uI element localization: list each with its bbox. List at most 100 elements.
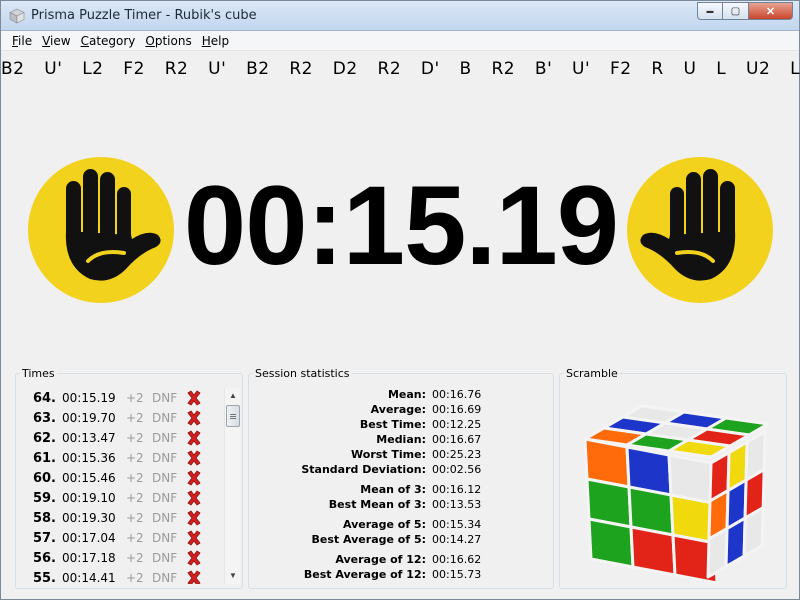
scroll-up-icon[interactable]: ▲: [225, 388, 241, 404]
menu-help[interactable]: Help: [197, 34, 234, 48]
time-row[interactable]: 64. 00:15.19 +2 DNF: [18, 388, 224, 408]
dnf-penalty-button[interactable]: DNF: [148, 551, 184, 565]
session-statistics-panel: Session statistics Mean: 00:16.76 Average:…: [248, 367, 554, 589]
stat-label: Worst Time:: [351, 448, 426, 461]
solve-time[interactable]: 00:17.18: [56, 551, 126, 565]
stat-label: Average:: [370, 403, 426, 416]
left-hand-icon[interactable]: [28, 157, 174, 303]
title-bar[interactable]: Prisma Puzzle Timer - Rubik's cube ▬ ▢ ✕: [1, 1, 799, 31]
dnf-penalty-button[interactable]: DNF: [148, 431, 184, 445]
maximize-button[interactable]: ▢: [723, 2, 749, 20]
dnf-penalty-button[interactable]: DNF: [148, 571, 184, 584]
dnf-penalty-button[interactable]: DNF: [148, 511, 184, 525]
solve-number: 55.: [32, 570, 56, 585]
time-row[interactable]: 61. 00:15.36 +2 DNF: [18, 448, 224, 468]
plus-two-penalty-button[interactable]: +2: [126, 471, 148, 485]
stat-row: Best Average of 5: 00:14.27: [249, 533, 553, 548]
menu-view[interactable]: View: [37, 34, 75, 48]
solve-time[interactable]: 00:17.04: [56, 531, 126, 545]
solve-time[interactable]: 00:13.47: [56, 431, 126, 445]
minimize-button[interactable]: ▬: [697, 2, 723, 20]
time-row[interactable]: 60. 00:15.46 +2 DNF: [18, 468, 224, 488]
delete-icon[interactable]: [184, 510, 204, 526]
delete-icon[interactable]: [184, 430, 204, 446]
dnf-penalty-button[interactable]: DNF: [148, 531, 184, 545]
stat-value: 00:02.56: [432, 463, 482, 476]
delete-icon[interactable]: [184, 470, 204, 486]
time-row[interactable]: 56. 00:17.18 +2 DNF: [18, 548, 224, 568]
delete-icon[interactable]: [184, 550, 204, 566]
solve-time[interactable]: 00:19.70: [56, 411, 126, 425]
stat-label: Best Average of 5:: [311, 533, 426, 546]
solve-number: 61.: [32, 450, 56, 466]
solve-time[interactable]: 00:15.36: [56, 451, 126, 465]
plus-two-penalty-button[interactable]: +2: [126, 391, 148, 405]
plus-two-penalty-button[interactable]: +2: [126, 511, 148, 525]
plus-two-penalty-button[interactable]: +2: [126, 531, 148, 545]
menu-file[interactable]: File: [7, 34, 37, 48]
right-hand-icon[interactable]: [627, 157, 773, 303]
solve-time[interactable]: 00:19.30: [56, 511, 126, 525]
scroll-thumb[interactable]: [226, 405, 240, 427]
stat-label: Mean:: [387, 388, 426, 401]
time-row[interactable]: 62. 00:13.47 +2 DNF: [18, 428, 224, 448]
solve-number: 59.: [32, 490, 56, 506]
stat-row: Median: 00:16.67: [249, 433, 553, 448]
plus-two-penalty-button[interactable]: +2: [126, 571, 148, 584]
maximize-icon: ▢: [730, 5, 741, 17]
close-button[interactable]: ✕: [749, 2, 793, 20]
timer-display: 00:15.19: [183, 163, 619, 288]
delete-icon[interactable]: [184, 410, 204, 426]
plus-two-penalty-button[interactable]: +2: [126, 491, 148, 505]
close-icon: ✕: [765, 5, 776, 18]
stat-value: 00:16.69: [432, 403, 482, 416]
dnf-penalty-button[interactable]: DNF: [148, 491, 184, 505]
stat-row: Best Time: 00:12.25: [249, 418, 553, 433]
times-list: 64. 00:15.19 +2 DNF 63. 00:19.70 +2 DNF 62. 00:13…: [18, 388, 224, 584]
time-row[interactable]: 57. 00:17.04 +2 DNF: [18, 528, 224, 548]
stat-value: 00:25.23: [432, 448, 482, 461]
stat-value: 00:16.12: [432, 483, 482, 496]
stat-value: 00:16.67: [432, 433, 482, 446]
dnf-penalty-button[interactable]: DNF: [148, 451, 184, 465]
minimize-icon: ▬: [706, 7, 714, 15]
dnf-penalty-button[interactable]: DNF: [148, 411, 184, 425]
menu-options[interactable]: Options: [140, 34, 196, 48]
window-title: Prisma Puzzle Timer - Rubik's cube: [31, 8, 257, 23]
times-scrollbar[interactable]: ▲ ▼: [224, 388, 240, 584]
solve-time[interactable]: 00:14.41: [56, 571, 126, 584]
dnf-penalty-button[interactable]: DNF: [148, 471, 184, 485]
stat-row: Average of 5: 00:15.34: [249, 518, 553, 533]
scroll-down-icon[interactable]: ▼: [225, 568, 241, 584]
stat-value: 00:16.62: [432, 553, 482, 566]
app-cube-icon: [9, 8, 25, 24]
solve-time[interactable]: 00:15.19: [56, 391, 126, 405]
time-row[interactable]: 63. 00:19.70 +2 DNF: [18, 408, 224, 428]
stat-value: 00:14.27: [432, 533, 482, 546]
delete-icon[interactable]: [184, 490, 204, 506]
solve-number: 58.: [32, 510, 56, 526]
cube-preview: [583, 404, 770, 584]
solve-number: 57.: [32, 530, 56, 546]
delete-icon[interactable]: [184, 390, 204, 406]
stat-value: 00:15.34: [432, 518, 482, 531]
stat-row: Worst Time: 00:25.23: [249, 448, 553, 463]
solve-time[interactable]: 00:15.46: [56, 471, 126, 485]
solve-time[interactable]: 00:19.10: [56, 491, 126, 505]
time-row[interactable]: 58. 00:19.30 +2 DNF: [18, 508, 224, 528]
plus-two-penalty-button[interactable]: +2: [126, 551, 148, 565]
delete-icon[interactable]: [184, 530, 204, 546]
delete-icon[interactable]: [184, 570, 204, 584]
stat-row: Mean of 3: 00:16.12: [249, 483, 553, 498]
dnf-penalty-button[interactable]: DNF: [148, 391, 184, 405]
plus-two-penalty-button[interactable]: +2: [126, 451, 148, 465]
time-row[interactable]: 59. 00:19.10 +2 DNF: [18, 488, 224, 508]
plus-two-penalty-button[interactable]: +2: [126, 411, 148, 425]
menu-category[interactable]: Category: [76, 34, 141, 48]
stat-row: Best Average of 12: 00:15.73: [249, 568, 553, 583]
time-row[interactable]: 55. 00:14.41 +2 DNF: [18, 568, 224, 584]
scramble-panel-title: Scramble: [564, 367, 620, 380]
plus-two-penalty-button[interactable]: +2: [126, 431, 148, 445]
delete-icon[interactable]: [184, 450, 204, 466]
stat-value: 00:15.73: [432, 568, 482, 581]
